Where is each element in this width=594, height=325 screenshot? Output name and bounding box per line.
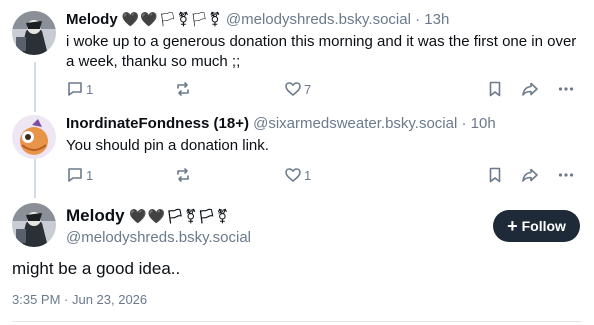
author-handle[interactable]: @melodyshreds.bsky.social (226, 11, 411, 28)
author-name[interactable]: Melody (66, 206, 125, 225)
author-name[interactable]: Melody (66, 11, 118, 28)
avatar[interactable] (12, 115, 56, 159)
repost-icon (177, 82, 189, 96)
like-button[interactable]: 7 (284, 80, 311, 98)
follow-button[interactable]: + Follow (493, 210, 580, 242)
reply-button[interactable]: 1 (66, 80, 93, 98)
plus-icon: + (507, 216, 518, 236)
more-icon (558, 87, 574, 91)
repost-icon (177, 168, 189, 182)
reply-icon (68, 82, 82, 96)
author-handle[interactable]: @melodyshreds.bsky.social (66, 228, 474, 248)
thread-line (34, 158, 36, 198)
author-name[interactable]: InordinateFondness (18+) (66, 115, 249, 132)
main-author-line: Melody 🖤🖤🏳⚧🏳⚧ (66, 205, 474, 228)
bookmark-icon (489, 81, 501, 97)
more-button[interactable] (557, 166, 575, 184)
divider (12, 321, 582, 322)
reply-post[interactable]: InordinateFondness (18+) @sixarmedsweate… (66, 114, 582, 156)
like-count: 7 (304, 81, 312, 97)
author-handle[interactable]: @sixarmedsweater.bsky.social (253, 115, 457, 132)
post-header: InordinateFondness (18+) @sixarmedsweate… (66, 114, 582, 134)
share-button[interactable] (521, 166, 539, 184)
avatar[interactable] (12, 203, 56, 247)
heart-icon (285, 168, 301, 182)
thread-line (34, 62, 36, 112)
reply-button[interactable]: 1 (66, 166, 93, 184)
heart-icon (285, 82, 301, 96)
reply-post[interactable]: Melody 🖤🖤🏳⚧🏳⚧ @melodyshreds.bsky.social … (66, 10, 582, 72)
post-time[interactable]: 10h (471, 115, 496, 132)
post-actions: 1 7 (66, 80, 582, 100)
like-count: 1 (304, 167, 312, 183)
share-button[interactable] (521, 80, 539, 98)
author-emoji: 🖤🖤🏳⚧🏳⚧ (129, 209, 230, 225)
main-post-text: might be a good idea.. (12, 259, 181, 278)
post-text: i woke up to a generous donation this mo… (66, 33, 577, 70)
reply-count: 1 (86, 167, 94, 183)
avatar[interactable] (12, 11, 56, 55)
more-button[interactable] (557, 80, 575, 98)
share-icon (522, 82, 538, 96)
main-post-header: Melody 🖤🖤🏳⚧🏳⚧ @melodyshreds.bsky.social (66, 205, 474, 248)
share-icon (522, 168, 538, 182)
bookmark-button[interactable] (486, 80, 504, 98)
bookmark-button[interactable] (486, 166, 504, 184)
separator: · (415, 11, 421, 28)
separator: · (461, 115, 467, 132)
repost-button[interactable] (174, 80, 192, 98)
post-actions: 1 1 (66, 166, 582, 186)
post-timestamp[interactable]: 3:35 PM · Jun 23, 2026 (12, 292, 147, 307)
author-emoji: 🖤🖤🏳⚧🏳⚧ (121, 12, 222, 28)
repost-button[interactable] (174, 166, 192, 184)
bookmark-icon (489, 167, 501, 183)
reply-count: 1 (86, 81, 94, 97)
post-time[interactable]: 13h (424, 11, 449, 28)
post-header: Melody 🖤🖤🏳⚧🏳⚧ @melodyshreds.bsky.social … (66, 10, 582, 30)
follow-label: Follow (521, 218, 566, 234)
like-button[interactable]: 1 (284, 166, 311, 184)
more-icon (558, 173, 574, 177)
reply-icon (68, 168, 82, 182)
post-text: You should pin a donation link. (66, 137, 269, 154)
